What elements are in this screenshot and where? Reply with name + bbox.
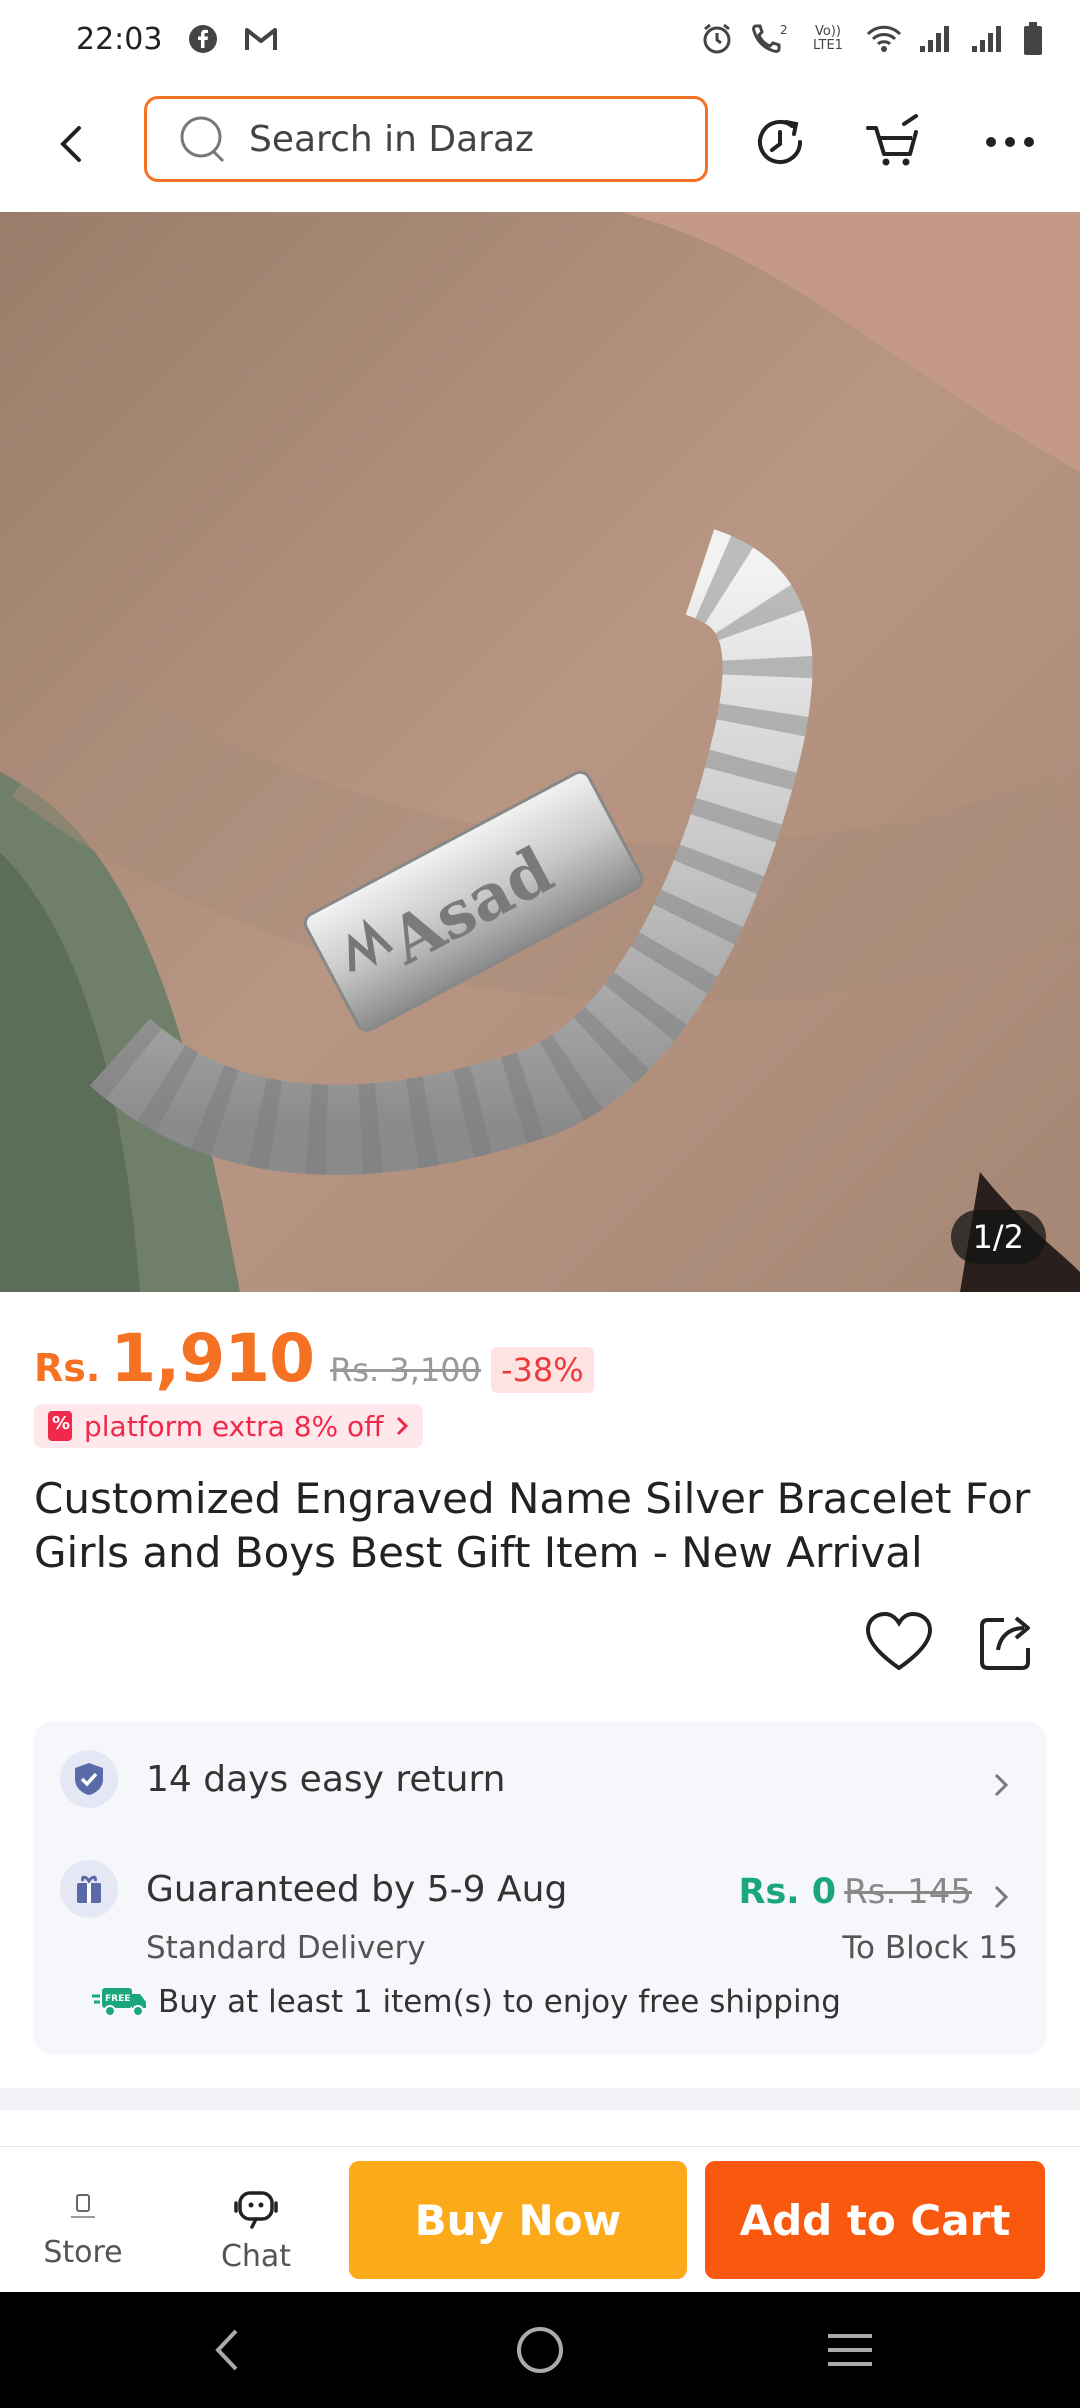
free-badge-text: FREE [105, 1994, 130, 2004]
shield-check-icon [60, 1750, 118, 1808]
return-policy-row[interactable]: 14 days easy return [60, 1750, 505, 1808]
status-bar: 22:03 2 Vo)) LTE1 [0, 0, 1080, 78]
delivery-guarantee: Guaranteed by 5-9 Aug [146, 1868, 568, 1910]
svg-text:2: 2 [780, 23, 788, 37]
free-truck-icon: FREE [92, 1988, 146, 2017]
wifi-icon [866, 24, 902, 54]
refresh-history-icon [758, 120, 802, 164]
section-divider [0, 2088, 1080, 2110]
bottom-action-bar: Store Chat Buy Now Add to Cart [0, 2146, 1080, 2292]
delivery-chevron-icon [994, 1885, 1009, 1909]
add-to-cart-button[interactable]: Add to Cart [705, 2161, 1045, 2279]
product-title: Customized Engraved Name Silver Bracelet… [34, 1474, 1031, 1577]
return-label: 14 days easy return [146, 1758, 506, 1800]
more-dots-icon [986, 137, 1034, 147]
cart-button[interactable] [862, 110, 926, 174]
delivery-row[interactable]: Guaranteed by 5-9 Aug [60, 1860, 567, 1918]
shipping-fee-original: Rs. 145 [844, 1872, 972, 1912]
product-image[interactable]: Asad 1/2 [0, 212, 1080, 1292]
chevron-right-icon [397, 1416, 409, 1436]
price-current: 1,910 [110, 1320, 315, 1397]
shipping-fee: Rs. 0 Rs. 145 [739, 1872, 972, 1912]
top-nav: Search in Daraz [0, 78, 1080, 212]
service-info-card: 14 days easy return Guaranteed by 5-9 Au… [34, 1722, 1046, 2054]
buy-now-button[interactable]: Buy Now [349, 2161, 687, 2279]
store-label: Store [43, 2235, 123, 2270]
gmail-icon [244, 26, 278, 52]
signal-icon [918, 24, 954, 54]
facebook-icon [188, 24, 218, 54]
shipping-fee-current: Rs. 0 [738, 1872, 837, 1912]
call-icon: 2 [750, 22, 790, 56]
system-nav-bar [0, 2292, 1080, 2408]
image-counter: 1/2 [950, 1210, 1046, 1264]
gift-box-icon [60, 1860, 118, 1918]
store-logo-icon [71, 2194, 95, 2218]
cart-icon [866, 114, 918, 166]
back-arrow-icon [215, 2329, 238, 2371]
voucher-icon [48, 1411, 72, 1441]
history-button[interactable] [748, 110, 812, 174]
share-button[interactable] [974, 1610, 1038, 1674]
back-button[interactable] [46, 118, 98, 170]
price-row: Rs. 1,910 Rs. 3,100 -38% [34, 1320, 594, 1397]
chevron-left-icon [60, 126, 81, 162]
chat-button[interactable]: Chat [201, 2187, 311, 2274]
more-button[interactable] [978, 110, 1042, 174]
system-home-button[interactable] [510, 2320, 570, 2380]
discount-badge: -38% [490, 1347, 594, 1393]
alarm-icon [700, 22, 734, 56]
home-circle-icon [517, 2327, 563, 2373]
search-icon [180, 116, 225, 163]
promo-label: platform extra 8% off [84, 1409, 384, 1443]
signal-2-icon [970, 24, 1006, 54]
battery-icon [1022, 22, 1044, 56]
delivery-destination: To Block 15 [842, 1930, 1018, 1966]
free-shipping-text: Buy at least 1 item(s) to enjoy free shi… [158, 1984, 841, 2020]
system-back-button[interactable] [196, 2320, 256, 2380]
delivery-type: Standard Delivery [146, 1930, 426, 1966]
status-time: 22:03 [76, 21, 163, 57]
store-button[interactable]: Store [28, 2187, 138, 2270]
chat-label: Chat [220, 2239, 292, 2274]
system-recents-button[interactable] [820, 2320, 880, 2380]
volte-icon: Vo)) LTE1 [806, 25, 850, 53]
wishlist-button[interactable] [864, 1610, 934, 1674]
search-input[interactable]: Search in Daraz [144, 96, 708, 182]
promo-tag[interactable]: platform extra 8% off [34, 1404, 424, 1448]
price-currency: Rs. [34, 1346, 101, 1390]
chat-icon [234, 2191, 278, 2229]
price-original: Rs. 3,100 [330, 1351, 481, 1389]
share-icon [980, 1616, 1030, 1670]
volte-label: Vo)) LTE1 [813, 24, 843, 53]
bracelet-photo: Asad [0, 212, 1080, 1292]
heart-icon [865, 1611, 933, 1671]
free-shipping-note: FREE Buy at least 1 item(s) to enjoy fre… [92, 1984, 841, 2020]
search-placeholder: Search in Daraz [249, 118, 534, 160]
return-chevron-icon [994, 1773, 1009, 1797]
recents-lines-icon [828, 2334, 872, 2366]
